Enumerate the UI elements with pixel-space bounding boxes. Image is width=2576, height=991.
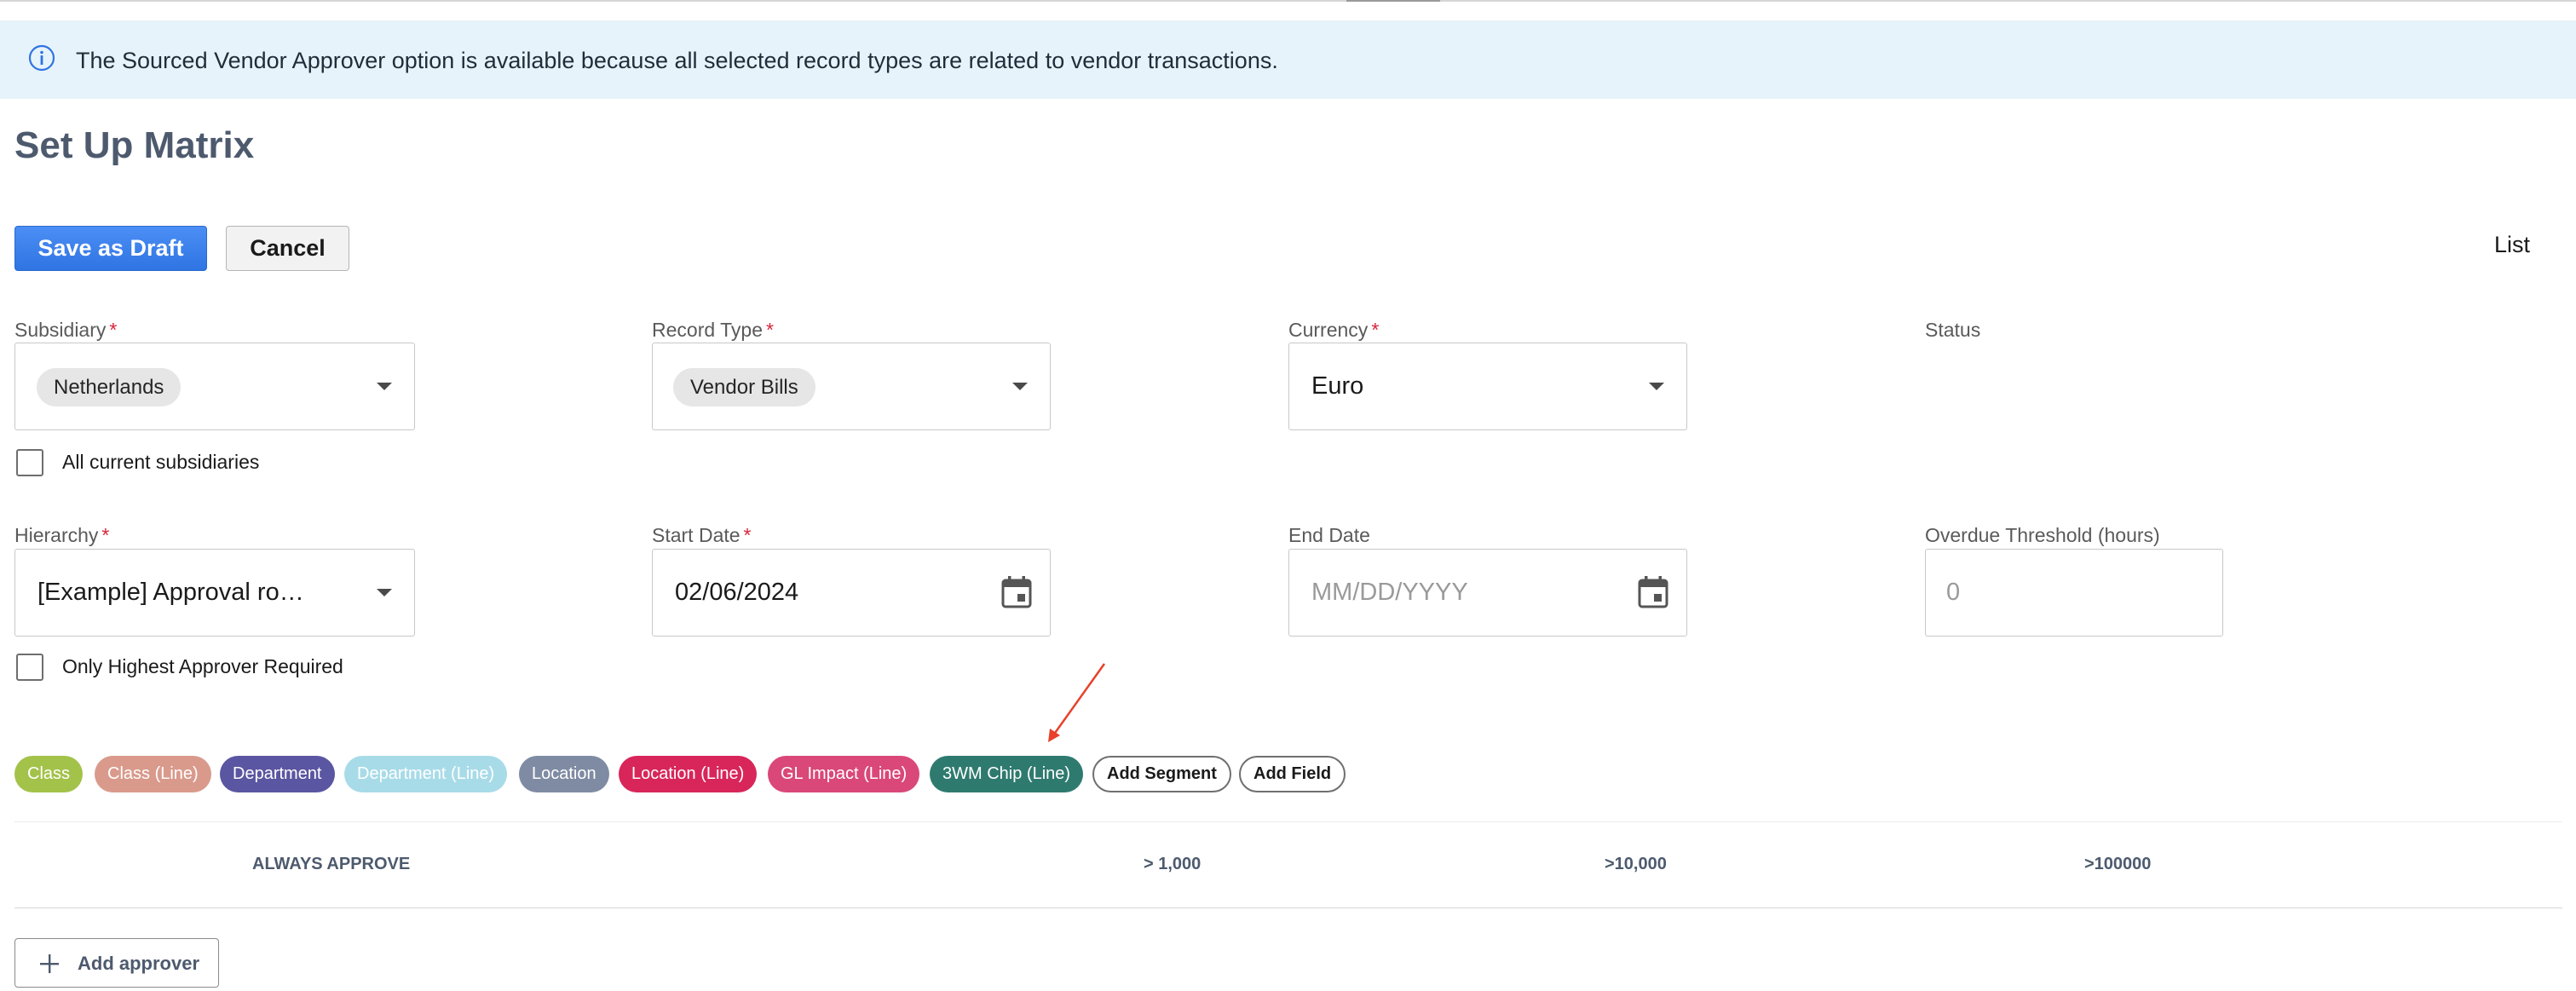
column-header-over-1000: > 1,000 (1144, 855, 1202, 873)
highest-approver-label: Only Highest Approver Required (62, 655, 343, 677)
annotation-arrow-icon (1048, 663, 1106, 742)
scroll-indicator (1346, 0, 1440, 2)
start-date-input[interactable]: 02/06/2024 (652, 549, 1051, 637)
all-subsidiaries-label: All current subsidiaries (62, 451, 260, 473)
highest-approver-checkbox[interactable] (16, 654, 43, 681)
record-type-label: Record Type * (652, 319, 774, 341)
currency-select[interactable]: Euro (1288, 343, 1687, 430)
segment-pill-3wm-chip-line[interactable]: 3WM Chip (Line) (930, 756, 1084, 792)
info-banner: The Sourced Vendor Approver option is av… (0, 20, 2576, 99)
record-type-chip[interactable]: Vendor Bills (673, 368, 815, 406)
info-icon (28, 44, 55, 72)
column-header-always-approve: ALWAYS APPROVE (252, 855, 411, 873)
start-date-label: Start Date * (652, 524, 752, 546)
add-segment-button[interactable]: Add Segment (1092, 756, 1231, 792)
segment-pill-gl-impact-line[interactable]: GL Impact (Line) (768, 756, 920, 792)
overdue-threshold-placeholder: 0 (1946, 579, 1961, 606)
segment-pill-class-line[interactable]: Class (Line) (95, 756, 211, 792)
segment-pill-department-line[interactable]: Department (Line) (344, 756, 508, 792)
list-link[interactable]: List (2494, 232, 2530, 258)
segment-pill-location-line[interactable]: Location (Line) (619, 756, 758, 792)
calendar-icon[interactable] (1000, 575, 1033, 609)
all-subsidiaries-checkbox[interactable] (16, 449, 43, 476)
hierarchy-label: Hierarchy * (14, 524, 110, 546)
currency-label: Currency * (1288, 319, 1380, 341)
add-approver-label: Add approver (78, 953, 200, 974)
overdue-threshold-input[interactable]: 0 (1925, 549, 2223, 637)
status-label: Status (1925, 319, 1981, 341)
page-title: Set Up Matrix (14, 124, 255, 166)
record-type-select[interactable]: Vendor Bills (652, 343, 1051, 430)
calendar-icon[interactable] (1637, 575, 1669, 609)
subsidiary-select[interactable]: Netherlands (14, 343, 415, 430)
segment-pill-department[interactable]: Department (220, 756, 335, 792)
info-banner-text: The Sourced Vendor Approver option is av… (76, 48, 1278, 73)
column-header-over-100000: >100000 (2084, 855, 2152, 873)
subsidiary-label: Subsidiary * (14, 319, 118, 341)
end-date-input[interactable]: MM/DD/YYYY (1288, 549, 1687, 637)
overdue-threshold-label: Overdue Threshold (hours) (1925, 524, 2160, 546)
end-date-label: End Date (1288, 524, 1370, 546)
chevron-down-icon (377, 383, 392, 390)
hierarchy-select[interactable]: [Example] Approval ro… (14, 549, 415, 637)
start-date-value: 02/06/2024 (675, 579, 799, 606)
currency-value: Euro (1311, 372, 1364, 400)
save-as-draft-button[interactable]: Save as Draft (14, 226, 207, 271)
top-divider (0, 0, 2576, 2)
add-approver-button[interactable]: Add approver (14, 938, 219, 988)
segment-pill-class[interactable]: Class (14, 756, 84, 792)
end-date-placeholder: MM/DD/YYYY (1311, 579, 1468, 606)
column-header-over-10000: >10,000 (1605, 855, 1667, 873)
chevron-down-icon (1649, 383, 1664, 390)
plus-icon (40, 954, 59, 973)
approval-matrix-table: ALWAYS APPROVE > 1,000 >10,000 >100000 (14, 821, 2562, 908)
cancel-button[interactable]: Cancel (226, 226, 349, 271)
chevron-down-icon (1012, 383, 1028, 390)
hierarchy-value: [Example] Approval ro… (37, 579, 304, 606)
segment-pill-location[interactable]: Location (519, 756, 609, 792)
chevron-down-icon (377, 589, 392, 596)
subsidiary-chip[interactable]: Netherlands (37, 368, 182, 406)
add-field-button[interactable]: Add Field (1239, 756, 1346, 792)
